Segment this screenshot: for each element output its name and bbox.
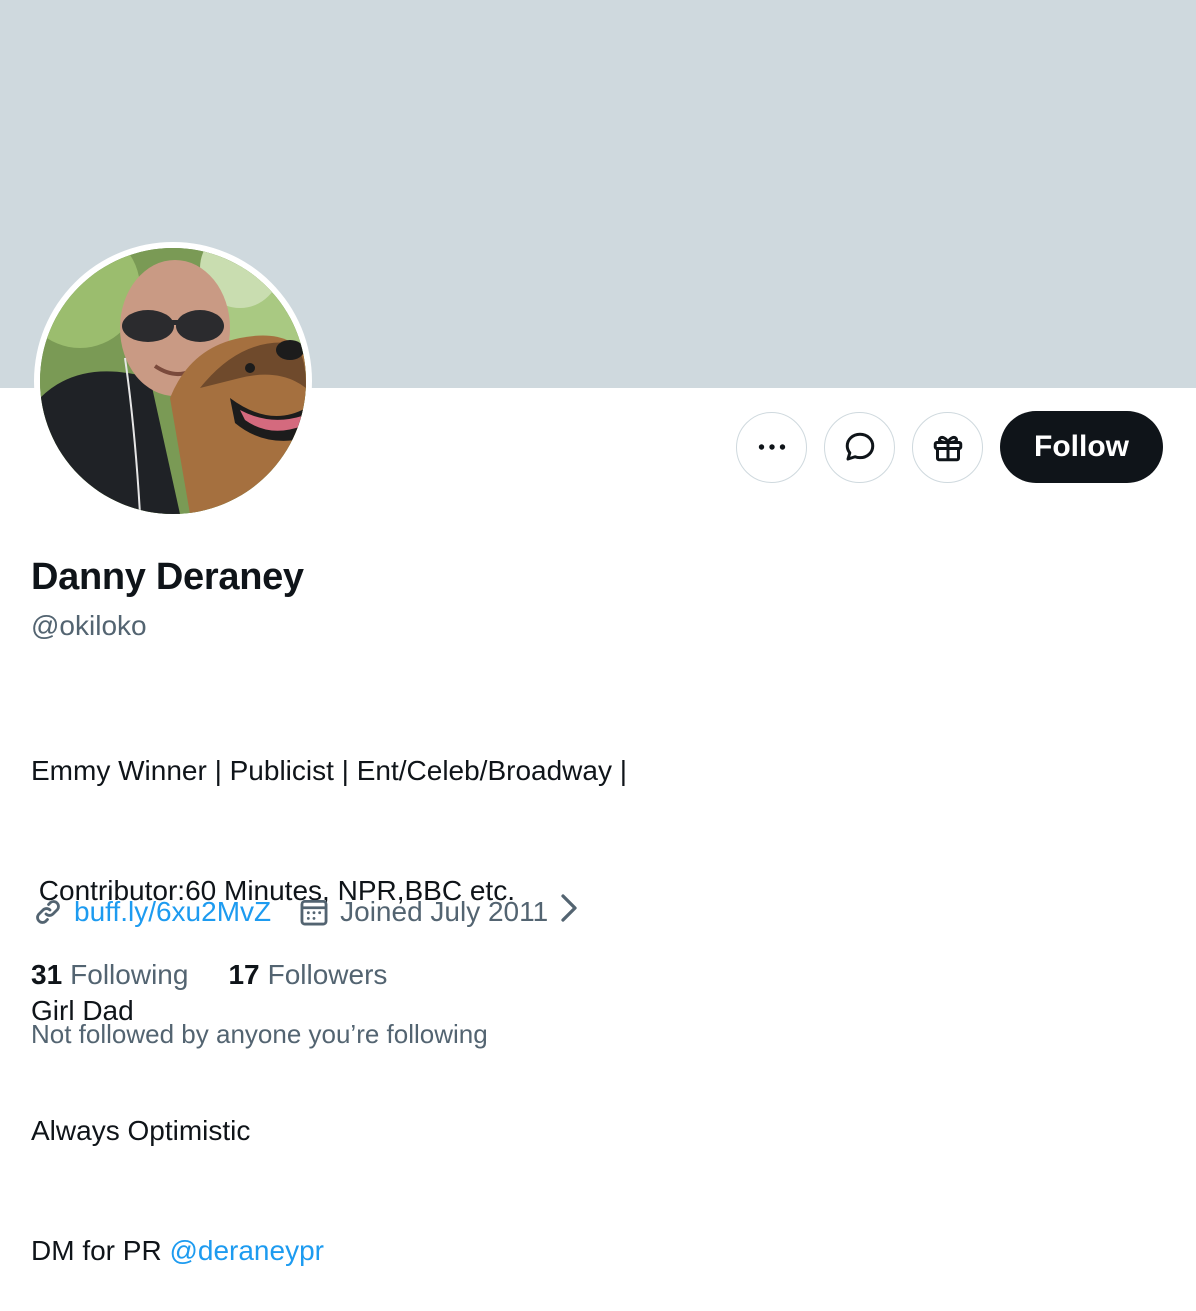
- bio-dm-text: DM for PR: [31, 1235, 170, 1266]
- gift-button[interactable]: [912, 411, 984, 483]
- followed-by-note: Not followed by anyone you’re following: [31, 1019, 488, 1049]
- following-link[interactable]: 31 Following: [31, 959, 188, 991]
- link-icon: [36, 899, 60, 924]
- more-icon: [758, 444, 785, 450]
- followers-count: 17: [228, 959, 260, 990]
- website-item[interactable]: buff.ly/6xu2MvZ: [31, 895, 297, 929]
- bio-line: Emmy Winner | Publicist | Ent/Celeb/Broa…: [31, 755, 628, 786]
- bio-line-last: DM for PR @deraneypr: [31, 1231, 627, 1271]
- display-name: Danny Deraney: [31, 556, 304, 598]
- bio-mention-link[interactable]: @deraneypr: [169, 1235, 324, 1266]
- message-icon: [845, 432, 874, 461]
- calendar-icon: [300, 899, 328, 925]
- more-button[interactable]: [736, 411, 808, 483]
- profile-avatar[interactable]: [34, 242, 312, 520]
- joined-item[interactable]: Joined July 2011: [297, 893, 580, 930]
- follow-button[interactable]: Follow: [1000, 411, 1163, 483]
- profile-bio: Emmy Winner | Publicist | Ent/Celeb/Broa…: [31, 671, 627, 1311]
- followers-label: Followers: [267, 959, 388, 990]
- chevron-right-icon: [558, 893, 580, 930]
- message-button[interactable]: [824, 411, 896, 483]
- profile-actions: Follow: [736, 411, 1163, 483]
- avatar-photo: [40, 248, 306, 514]
- followers-link[interactable]: 17 Followers: [228, 959, 387, 991]
- profile-stats: 31 Following 17 Followers: [31, 959, 427, 991]
- user-handle: @okiloko: [31, 610, 147, 641]
- following-label: Following: [70, 959, 189, 990]
- website-link[interactable]: buff.ly/6xu2MvZ: [74, 896, 271, 928]
- gift-icon: [933, 435, 962, 462]
- following-count: 31: [31, 959, 63, 990]
- profile-meta: buff.ly/6xu2MvZ Joined July 2011: [31, 893, 580, 930]
- bio-line: Always Optimistic: [31, 1115, 251, 1146]
- joined-date: Joined July 2011: [340, 895, 549, 927]
- avatar-photo-illustration: [40, 248, 306, 514]
